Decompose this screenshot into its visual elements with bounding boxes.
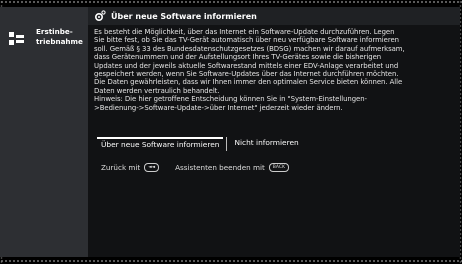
dialog-title: Über neue Software informieren [111,11,257,21]
sidebar-item-erstinbetriebnahme[interactable]: Erstinbe-triebnahme [4,27,86,53]
sidebar-item-label: Erstinbe-triebnahme [36,27,83,46]
do-not-inform-button[interactable]: Nicht informieren [230,137,302,149]
button-divider [226,137,228,151]
initial-setup-icon [9,32,24,45]
sidebar: Erstinbe-triebnahme [0,7,88,257]
screen-border-top [0,0,462,5]
screen-border-bottom [0,259,462,264]
tv-screen: Erstinbe-triebnahme Über neue Software i… [0,0,462,264]
exit-hint-label: Assistenten beenden mit [175,163,265,172]
dialog-button-row: Über neue Software informieren Nicht inf… [97,137,303,151]
dialog-title-bar: Über neue Software informieren [88,7,460,25]
navigation-hint-bar: Zurück mit ◄◄ Assistenten beenden mit BA… [101,163,293,172]
back-key-icon: BACK [268,163,289,172]
gear-icon [94,10,106,22]
dialog-body-text: Es besteht die Möglichkeit, über das Int… [94,28,405,112]
dialog-panel: Über neue Software informieren Es besteh… [88,7,460,257]
back-hint-label: Zurück mit [101,163,141,172]
inform-button[interactable]: Über neue Software informieren [97,137,224,149]
rewind-key-icon: ◄◄ [144,163,160,172]
